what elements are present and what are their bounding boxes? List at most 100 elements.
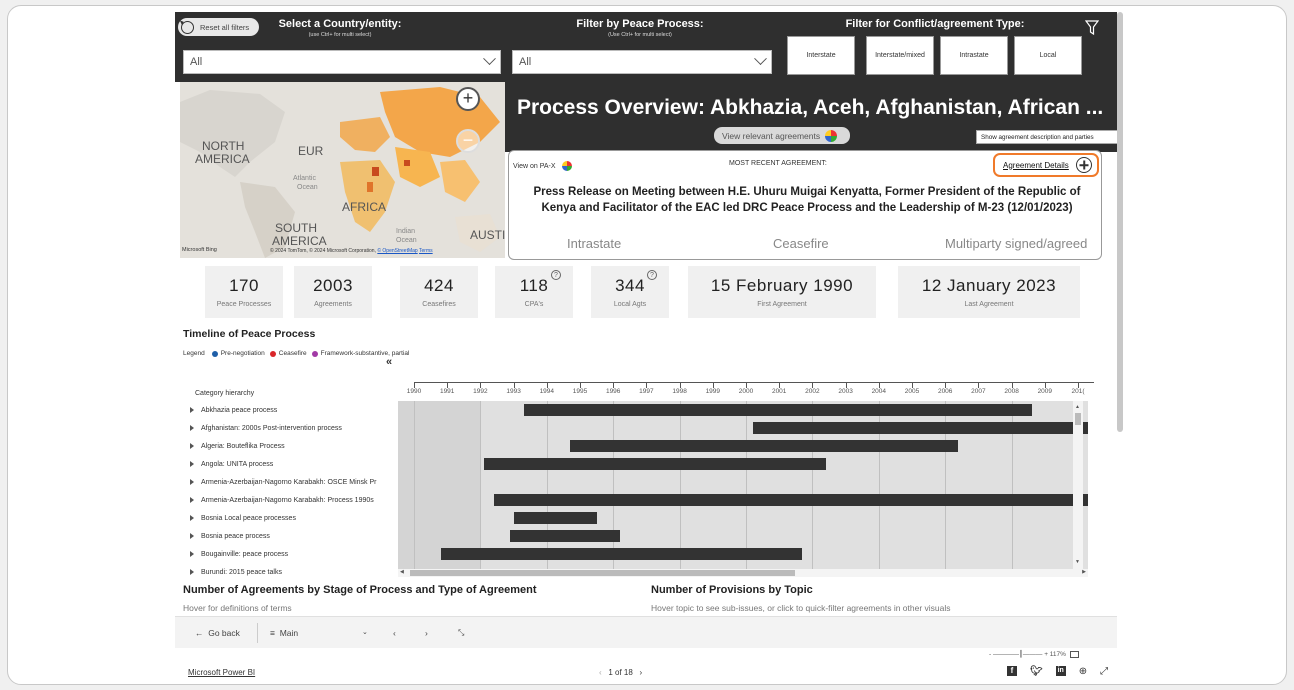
process-row[interactable]: Bosnia peace process xyxy=(184,527,398,545)
view-on-pax-link[interactable]: View on PA-X xyxy=(513,161,572,171)
expand-triangle-icon[interactable] xyxy=(190,569,194,575)
expand-triangle-icon[interactable] xyxy=(190,407,194,413)
timeline-bar[interactable] xyxy=(440,548,803,560)
grid-line xyxy=(480,401,482,569)
expand-triangle-icon[interactable] xyxy=(190,443,194,449)
process-label: Armenia-Azerbaijan-Nagorno Karabakh: Pro… xyxy=(201,496,374,504)
process-label: Armenia-Azerbaijan-Nagorno Karabakh: OSC… xyxy=(201,478,377,486)
horizontal-scrollbar[interactable]: ◀ ▶ xyxy=(398,569,1088,577)
process-row[interactable]: Bosnia Local peace processes xyxy=(184,509,398,527)
go-back-button[interactable]: ← Go back xyxy=(195,628,240,638)
power-bi-link[interactable]: Microsoft Power BI xyxy=(188,668,255,677)
year-label: 1994 xyxy=(539,388,555,395)
timeline-bar[interactable] xyxy=(513,512,597,524)
process-row[interactable]: Armenia-Azerbaijan-Nagorno Karabakh: OSC… xyxy=(184,473,398,491)
vertical-scrollbar[interactable]: ▲ ▼ xyxy=(1073,401,1083,569)
topic-section-subtitle: Hover topic to see sub-issues, or click … xyxy=(651,603,951,613)
country-dropdown[interactable]: All xyxy=(183,50,501,74)
timeline-gantt: Category hierarchy 1990 1991 1992 1993 1994 1… xyxy=(184,368,1094,577)
view-relevant-agreements-button[interactable]: View relevant agreements xyxy=(714,127,850,144)
next-page-button[interactable]: › xyxy=(425,628,428,638)
expand-triangle-icon[interactable] xyxy=(190,425,194,431)
year-label: 1998 xyxy=(672,388,687,395)
facebook-icon[interactable]: f xyxy=(1007,666,1017,676)
menu-icon: ≡ xyxy=(270,628,275,638)
share-icon[interactable]: ⊕ xyxy=(1079,666,1087,677)
agreement-details-button[interactable]: Agreement Details xyxy=(993,153,1099,177)
expand-triangle-icon[interactable] xyxy=(190,515,194,521)
collapse-icon[interactable]: « xyxy=(386,356,392,368)
map-label-atlantic: Atlantic xyxy=(293,175,316,182)
fit-page-icon[interactable] xyxy=(1069,650,1079,658)
fullscreen-icon[interactable]: ⤡ xyxy=(458,628,464,638)
report-canvas: Reset all filters Select a Country/entit… xyxy=(175,12,1117,616)
expand-triangle-icon[interactable] xyxy=(190,551,194,557)
process-row[interactable]: Bougainville: peace process xyxy=(184,545,398,563)
process-label: Angola: UNITA process xyxy=(201,460,274,468)
year-label: 1993 xyxy=(506,388,521,395)
share-icons: f 🐦︎ in ⊕ ⤢ xyxy=(1007,666,1108,677)
process-row[interactable]: Armenia-Azerbaijan-Nagorno Karabakh: Pro… xyxy=(184,491,398,509)
prev-icon[interactable]: ‹ xyxy=(599,668,602,677)
expand-triangle-icon[interactable] xyxy=(190,497,194,503)
map-zoom-in-button[interactable]: + xyxy=(456,87,480,111)
year-label: 2002 xyxy=(805,388,820,395)
linkedin-icon[interactable]: in xyxy=(1055,666,1066,676)
year-label: 1997 xyxy=(639,388,654,395)
expand-triangle-icon[interactable] xyxy=(190,461,194,467)
type-interstate-button[interactable]: Interstate xyxy=(787,36,855,75)
help-icon[interactable]: ? xyxy=(647,270,657,280)
agreement-type: Intrastate xyxy=(567,236,622,251)
help-icon[interactable]: ? xyxy=(551,270,561,280)
terms-link[interactable]: Terms xyxy=(419,248,433,254)
year-label: 2005 xyxy=(904,388,920,395)
expand-triangle-icon[interactable] xyxy=(190,479,194,485)
process-label: Algeria: Bouteflika Process xyxy=(201,442,285,450)
process-label: Bougainville: peace process xyxy=(201,550,289,558)
expand-icon[interactable]: ⤢ xyxy=(1100,666,1108,677)
filter-icon[interactable] xyxy=(1085,20,1099,36)
process-row[interactable]: Angola: UNITA process xyxy=(184,455,398,473)
timeline-bar[interactable] xyxy=(752,422,1088,434)
map-label-south: SOUTH xyxy=(275,221,317,235)
process-row[interactable]: Burundi: 2015 peace talks xyxy=(184,563,398,581)
type-interstate-mixed-button[interactable]: Interstate/mixed xyxy=(866,36,934,75)
process-row[interactable]: Afghanistan: 2000s Post-intervention pro… xyxy=(184,419,398,437)
next-icon[interactable]: › xyxy=(639,668,642,677)
process-row[interactable]: Algeria: Bouteflika Process xyxy=(184,437,398,455)
year-label: 2008 xyxy=(1004,388,1019,395)
zoom-control[interactable]: - ————┃——— + 117% xyxy=(989,650,1079,658)
previous-page-button[interactable]: ‹ xyxy=(393,628,396,638)
most-recent-label: MOST RECENT AGREEMENT: xyxy=(729,160,827,167)
type-local-button[interactable]: Local xyxy=(1014,36,1082,75)
timeline-bar[interactable] xyxy=(510,530,620,542)
timeline-bar[interactable] xyxy=(493,494,1088,506)
process-dropdown[interactable]: All xyxy=(512,50,772,74)
expand-triangle-icon[interactable] xyxy=(190,533,194,539)
year-axis: 1990 1991 1992 1993 1994 1995 1996 1997 1998 1999… xyxy=(398,368,1098,398)
twitter-icon[interactable]: 🐦︎ xyxy=(1030,666,1043,677)
legend-dot-ceasefire xyxy=(269,350,276,357)
process-row[interactable]: Abkhazia peace process xyxy=(184,401,398,419)
timeline-bar[interactable] xyxy=(570,440,959,452)
osm-link[interactable]: © OpenStreetMap xyxy=(377,248,417,254)
timeline-bar[interactable] xyxy=(523,404,1032,416)
grid-line xyxy=(746,401,747,569)
year-label: 2000 xyxy=(738,388,754,395)
reset-filters-button[interactable]: Reset all filters xyxy=(178,18,259,36)
map-zoom-out-button[interactable]: − xyxy=(456,129,480,153)
map-label-america: AMERICA xyxy=(195,152,250,166)
pax-logo-icon xyxy=(561,161,572,171)
page-selector[interactable]: ≡ Main ⌄ xyxy=(270,628,380,638)
timeline-bar[interactable] xyxy=(483,458,826,470)
year-label: 2007 xyxy=(971,388,986,395)
map-label-s-america: AMERICA xyxy=(272,234,327,248)
page-scrollbar[interactable] xyxy=(1117,12,1123,432)
stage-section-subtitle: Hover for definitions of terms xyxy=(183,603,292,613)
year-label: 2003 xyxy=(838,388,853,395)
world-map[interactable]: NORTH AMERICA EUR Atlantic Ocean AFRICA … xyxy=(180,82,505,258)
map-label-indian: Indian xyxy=(396,228,416,235)
type-intrastate-button[interactable]: Intrastate xyxy=(940,36,1008,75)
stage-section-title: Number of Agreements by Stage of Process… xyxy=(183,584,537,596)
process-label: Abkhazia peace process xyxy=(201,406,278,414)
